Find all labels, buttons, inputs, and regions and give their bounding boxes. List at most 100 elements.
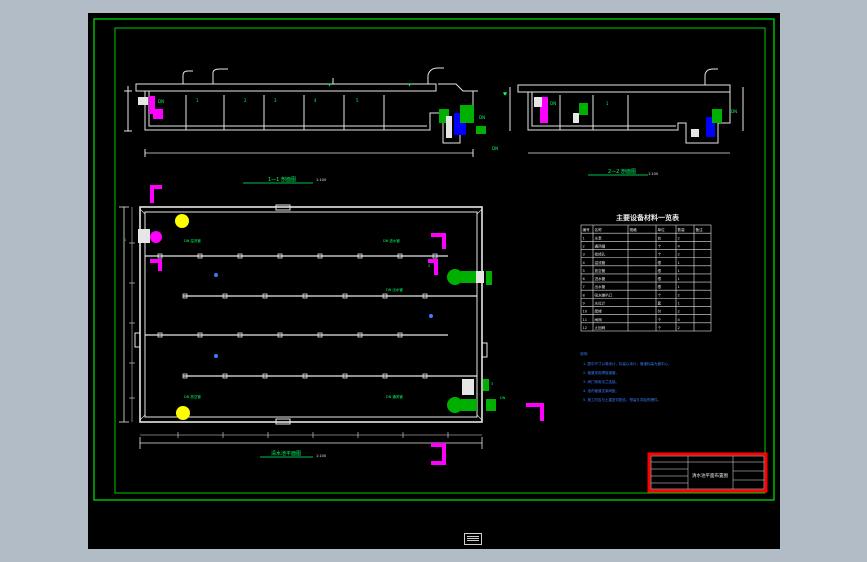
table-cell: 4 — [583, 261, 586, 265]
table-cell: 根 — [658, 260, 662, 265]
table-cell: 进水管 — [595, 276, 606, 281]
table-cell: 水泵 — [595, 235, 603, 240]
plan-view-scale: 1:100 — [316, 454, 326, 458]
vent-cap-yellow-top — [175, 214, 189, 228]
table-cell: 4 — [678, 244, 681, 248]
table-cell: 1 — [583, 236, 585, 240]
drawing-viewport[interactable]: DN 1 2 3 4 5 DN DN ▼ ▼ ▼ 1—1 剖面图 1:100 D… — [88, 13, 780, 549]
design-notes: 说明: 1. 图中尺寸以毫米计，标高以米计，管道标高为管中心。 2. 管道采用焊… — [580, 351, 671, 402]
table-cell: 12 — [583, 326, 588, 330]
inlet-valve-magenta — [153, 109, 163, 119]
svg-text:3: 3 — [491, 382, 493, 386]
section-2-2-scale: 1:100 — [648, 172, 658, 176]
table-cell: 个 — [658, 292, 662, 297]
notes-line-2: 2. 管道采用焊接钢管。 — [583, 370, 619, 375]
table-header-cell: 备注 — [696, 227, 704, 232]
svg-text:2: 2 — [244, 98, 247, 103]
pump-green-2 — [579, 103, 588, 115]
inner-frame — [114, 27, 766, 494]
table-cell: 放空管 — [595, 268, 606, 273]
table-cell: 3 — [583, 253, 585, 257]
pump-green-1 — [460, 105, 474, 123]
table-cell: 6 — [583, 277, 586, 281]
table-cell: 2 — [678, 253, 680, 257]
svg-text:DN 溢流管: DN 溢流管 — [184, 238, 201, 243]
table-cell: 2 — [678, 236, 680, 240]
notes-line-1: 1. 图中尺寸以毫米计，标高以米计，管道标高为管中心。 — [583, 361, 671, 366]
table-cell: 出水管 — [595, 284, 606, 289]
table-cell: 2 — [678, 310, 680, 314]
equipment-table-title: 主要设备材料一览表 — [616, 213, 680, 222]
table-cell: 套 — [658, 301, 662, 306]
notes-line-4: 4. 池内管道支架间距。 — [583, 388, 619, 393]
table-cell: 溢流管 — [595, 260, 606, 265]
outlet-green-circle-1 — [447, 269, 463, 285]
svg-text:DN 放空管: DN 放空管 — [184, 394, 201, 399]
table-cell: 10 — [583, 310, 588, 314]
plan-view — [119, 204, 488, 449]
table-cell: 水位计 — [595, 301, 606, 306]
svg-text:▼: ▼ — [504, 91, 508, 96]
section-1-1-scale: 1:100 — [316, 178, 326, 182]
table-header-cell: 编号 — [583, 227, 591, 232]
table-cell: 7 — [583, 285, 585, 289]
notes-line-5: 5. 施工时应与土建密切配合，预留孔洞及预埋件。 — [583, 397, 661, 402]
table-cell: 个 — [658, 325, 662, 330]
plan-view-label: 清水池平面图 — [271, 450, 301, 457]
table-cell: 闸阀 — [595, 317, 603, 322]
section-2-2-label: 2—2 剖面图 — [608, 168, 636, 175]
table-cell: 8 — [583, 293, 586, 297]
table-header-cell: 规格 — [630, 227, 638, 232]
table-cell: 1 — [678, 261, 680, 265]
vent-cap-yellow-bottom — [176, 406, 190, 420]
title-block-name: 清水池平面布置图 — [692, 472, 728, 479]
table-cell: 付 — [658, 309, 662, 314]
table-cell: 吸水喇叭口 — [595, 292, 613, 297]
table-cell: 5 — [583, 269, 585, 273]
table-cell: 爬梯 — [595, 309, 603, 314]
table-cell: 根 — [658, 284, 662, 289]
section-1-1-label: 1—1 剖面图 — [268, 176, 296, 183]
inlet-pipe-magenta-plan — [150, 185, 162, 203]
notes-heading: 说明: — [580, 351, 588, 356]
table-cell: 个 — [658, 243, 662, 248]
svg-text:DN: DN — [731, 109, 737, 114]
viewport-status-icon[interactable] — [464, 533, 482, 545]
svg-text:3: 3 — [274, 98, 277, 103]
table-cell: 通风帽 — [595, 243, 606, 248]
notes-line-3: 3. 阀门采用法兰连接。 — [583, 379, 619, 384]
svg-text:DN 通风管: DN 通风管 — [386, 394, 403, 399]
table-cell: 台 — [658, 235, 662, 240]
table-cell: 2 — [583, 244, 585, 248]
svg-text:4: 4 — [314, 98, 317, 103]
table-header-cell: 单位 — [658, 227, 666, 232]
table-cell: 个 — [658, 317, 662, 322]
svg-text:DN: DN — [550, 101, 556, 106]
table-cell: 检修孔 — [595, 252, 606, 257]
table-cell: 11 — [583, 318, 588, 322]
table-cell: 止回阀 — [595, 325, 606, 330]
svg-text:DN 出水管: DN 出水管 — [386, 287, 403, 292]
title-block: 清水池平面布置图 — [647, 452, 768, 493]
cad-drawing: DN 1 2 3 4 5 DN DN ▼ ▼ ▼ 1—1 剖面图 1:100 D… — [93, 18, 775, 501]
svg-text:5: 5 — [356, 98, 359, 103]
svg-text:DN 进水管: DN 进水管 — [383, 238, 400, 243]
equipment-table: 主要设备材料一览表 编号 名称 规格 单位 数量 备注1 水泵台 22 通风帽个 43 检修孔个 24… — [580, 213, 712, 332]
table-header-cell: 名称 — [595, 227, 603, 232]
table-cell: 4 — [678, 318, 681, 322]
table-cell: 1 — [678, 302, 680, 306]
table-cell: 根 — [658, 268, 662, 273]
table-cell: 1 — [678, 285, 680, 289]
table-cell: 2 — [678, 326, 680, 330]
plan-dimension-ticks — [129, 242, 449, 438]
table-cell: 个 — [658, 252, 662, 257]
svg-text:1: 1 — [196, 98, 199, 103]
svg-text:1: 1 — [124, 238, 126, 242]
table-cell: 根 — [658, 276, 662, 281]
inlet-magenta-circle — [150, 231, 162, 243]
table-cell: 2 — [678, 293, 680, 297]
svg-text:DN: DN — [492, 146, 498, 151]
section-1-1 — [124, 67, 478, 157]
table-cell: 9 — [583, 302, 586, 306]
svg-text:DN: DN — [479, 115, 485, 120]
